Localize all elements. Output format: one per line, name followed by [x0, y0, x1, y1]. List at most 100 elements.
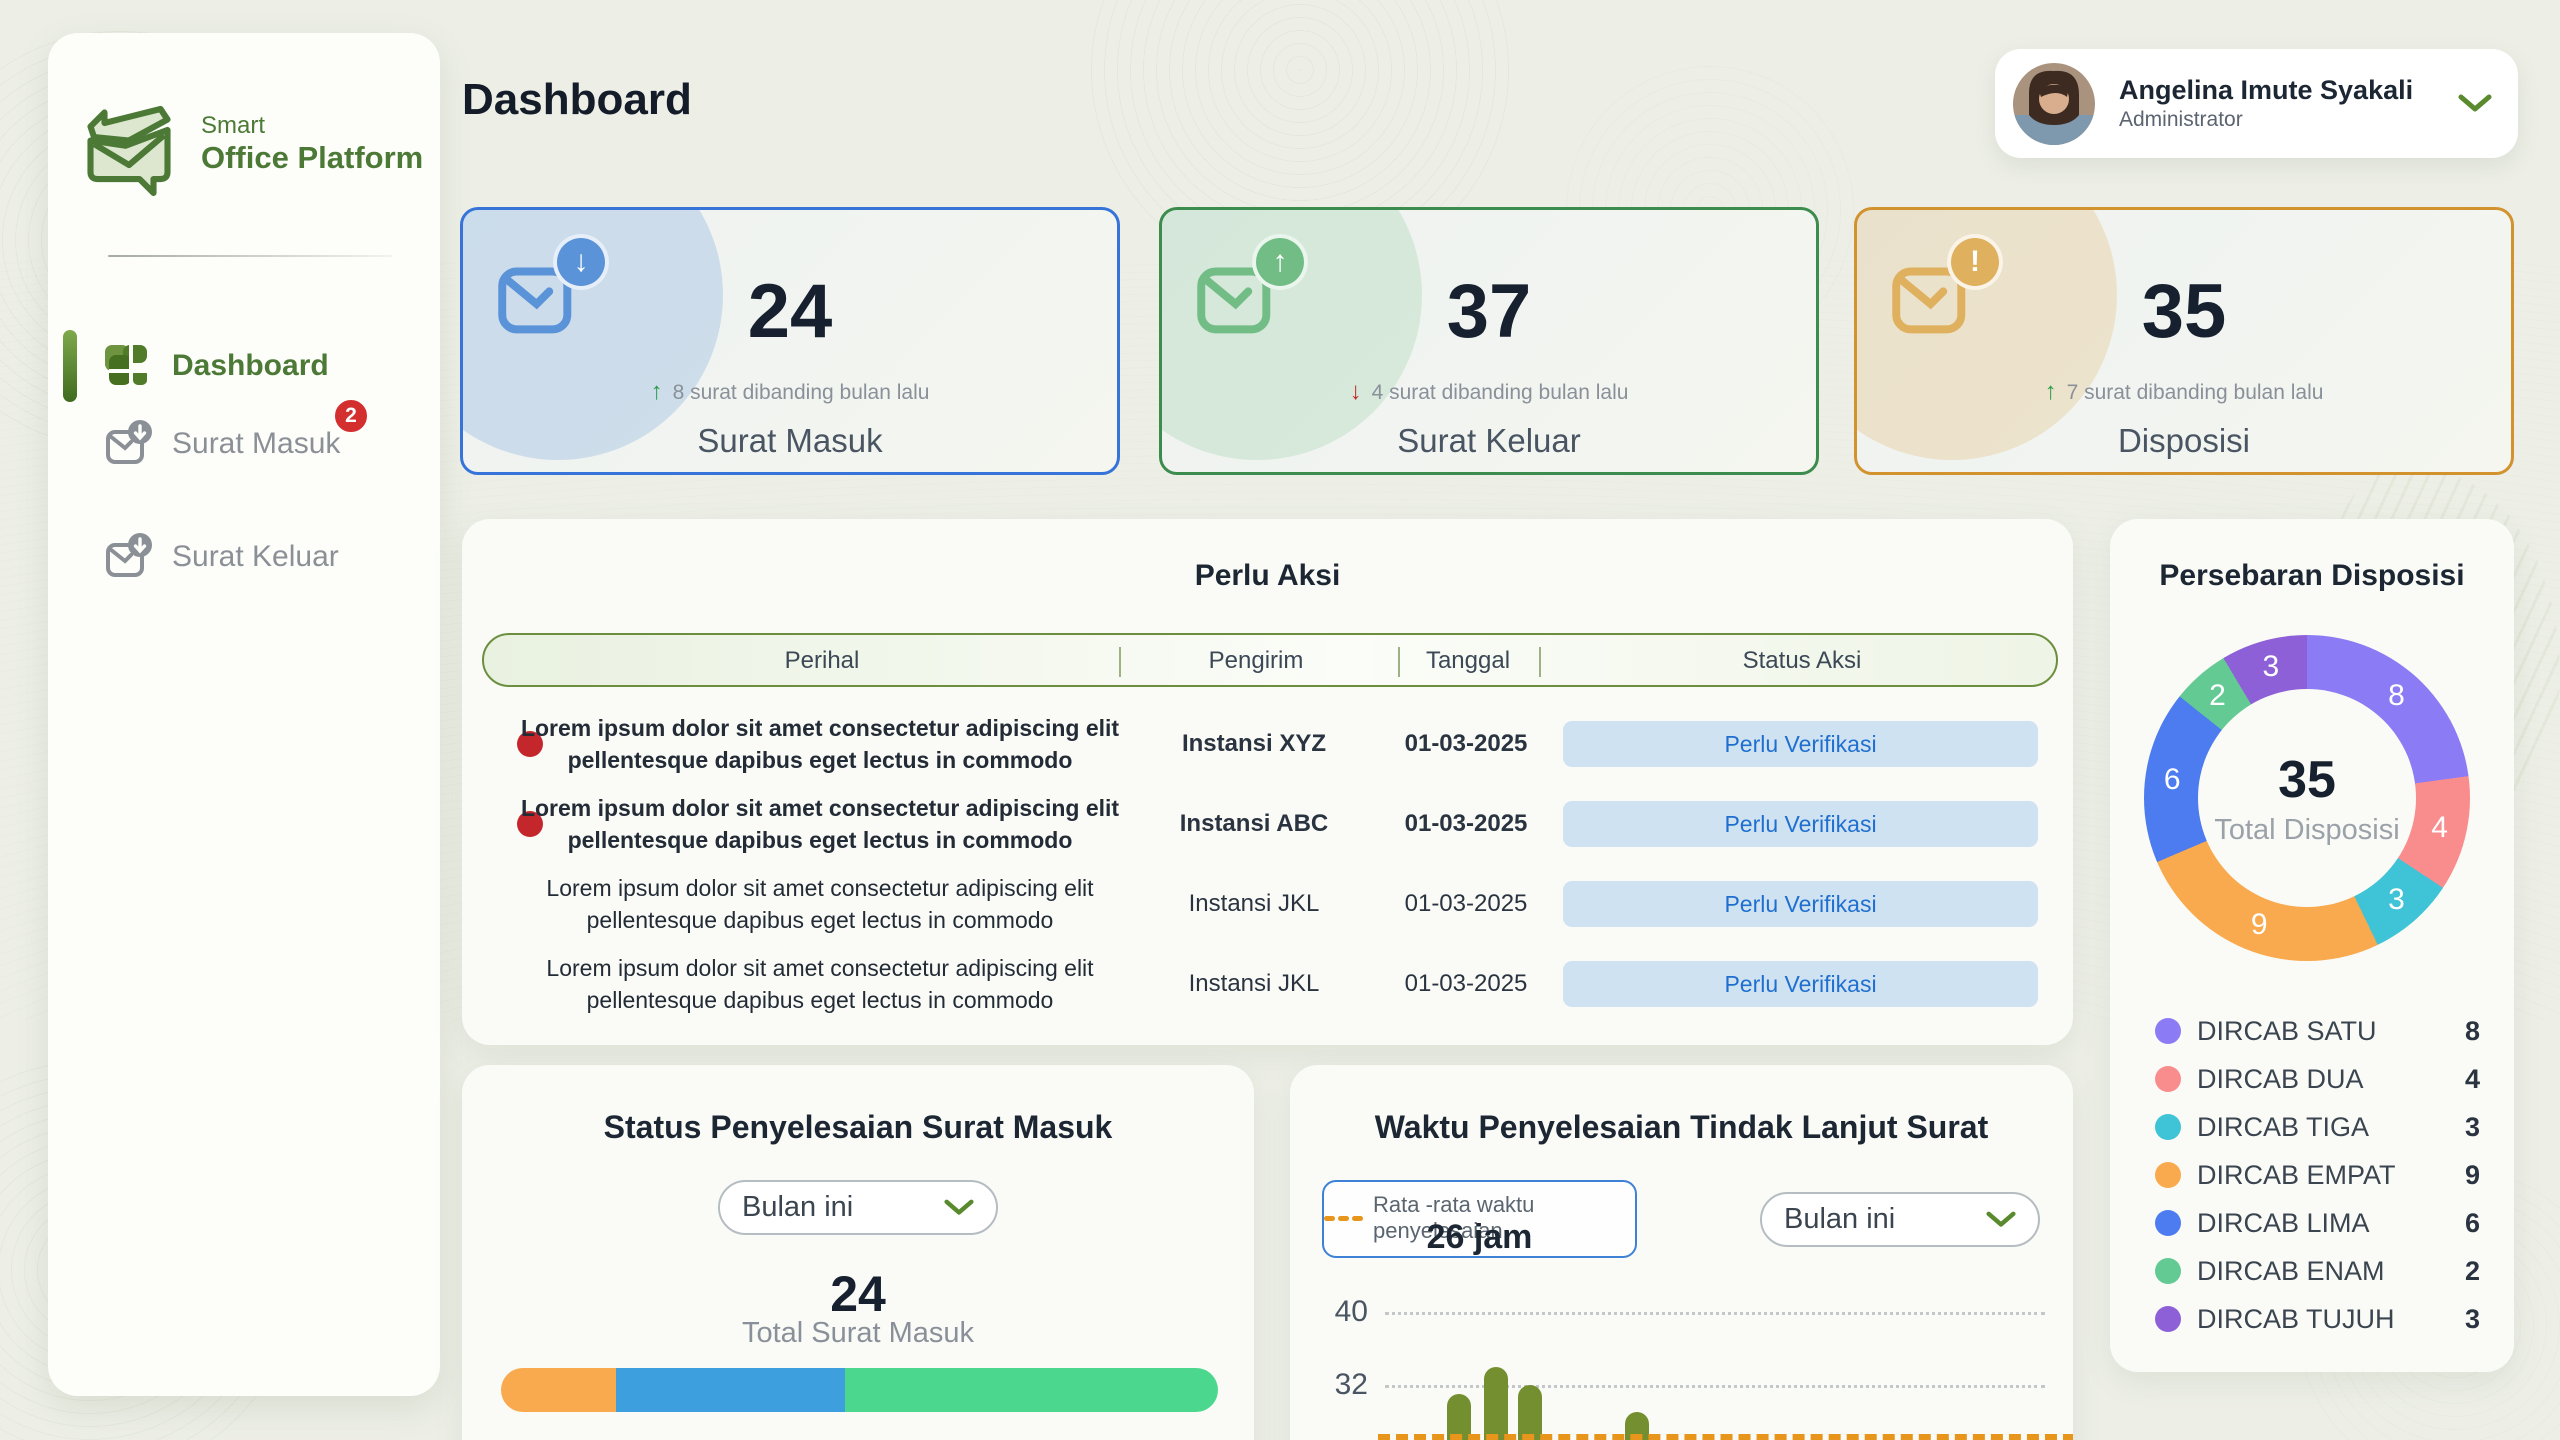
- cell-pengirim: Instansi JKL: [1189, 970, 1320, 998]
- legend-label: DIRCAB SATU: [2197, 1016, 2377, 1047]
- active-indicator: [63, 330, 77, 402]
- waktu-panel: Waktu Penyelesaian Tindak Lanjut Surat R…: [1290, 1065, 2073, 1440]
- user-menu[interactable]: Angelina Imute Syakali Administrator: [1995, 49, 2518, 158]
- notification-badge: 2: [333, 398, 369, 434]
- column-header-pengirim: Pengirim: [1209, 635, 1304, 689]
- legend-value: 4: [2465, 1064, 2480, 1095]
- legend-item: DIRCAB LIMA 6: [2155, 1206, 2480, 1240]
- cell-tanggal: 01-03-2025: [1405, 970, 1528, 998]
- legend-item: DIRCAB ENAM 2: [2155, 1254, 2480, 1288]
- brand-logo-icon: [73, 88, 185, 200]
- legend-label: DIRCAB DUA: [2197, 1064, 2364, 1095]
- status-badge[interactable]: Perlu Verifikasi: [1563, 801, 2038, 847]
- legend-value: 6: [2465, 1208, 2480, 1239]
- progress-segment: [616, 1368, 845, 1412]
- donut-total-label: Total Disposisi: [2214, 814, 2399, 847]
- chevron-down-icon: [944, 1199, 974, 1217]
- column-header-perihal: Perihal: [785, 635, 860, 689]
- legend-item: DIRCAB SATU 8: [2155, 1014, 2480, 1048]
- legend-item: DIRCAB TIGA 3: [2155, 1110, 2480, 1144]
- user-role: Administrator: [2119, 107, 2413, 133]
- stat-card[interactable]: ! 35 ↑7 surat dibanding bulan lalu Dispo…: [1854, 207, 2514, 475]
- stat-trend: ↓4 surat dibanding bulan lalu: [1162, 378, 1816, 406]
- donut-slice-label: 2: [2209, 679, 2226, 713]
- panel-title: Perlu Aksi: [462, 559, 2073, 593]
- sidebar-item-dashboard[interactable]: Dashboard: [48, 328, 440, 404]
- stat-label: Surat Masuk: [463, 422, 1117, 460]
- sidebar-item-surat-masuk[interactable]: Surat Masuk 2: [48, 406, 440, 482]
- legend-item: DIRCAB DUA 4: [2155, 1062, 2480, 1096]
- legend-value: 2: [2465, 1256, 2480, 1287]
- donut-slice-label: 4: [2431, 811, 2448, 845]
- stat-trend: ↑8 surat dibanding bulan lalu: [463, 378, 1117, 406]
- donut-center: 35 Total Disposisi: [2198, 689, 2416, 907]
- stat-card[interactable]: ↑ 37 ↓4 surat dibanding bulan lalu Surat…: [1159, 207, 1819, 475]
- bar: [1484, 1367, 1508, 1440]
- cell-pengirim: Instansi ABC: [1180, 810, 1328, 838]
- legend-dot: [2155, 1066, 2181, 1092]
- legend-label: DIRCAB EMPAT: [2197, 1160, 2396, 1191]
- stat-card[interactable]: ↓ 24 ↑8 surat dibanding bulan lalu Surat…: [460, 207, 1120, 475]
- cell-pengirim: Instansi XYZ: [1182, 730, 1326, 758]
- trend-arrow-icon: ↓: [1350, 378, 1362, 405]
- stat-label: Disposisi: [1857, 422, 2511, 460]
- total-surat-masuk-label: Total Surat Masuk: [462, 1317, 1254, 1350]
- donut-slice-label: 8: [2388, 679, 2405, 713]
- status-badge[interactable]: Perlu Verifikasi: [1563, 721, 2038, 767]
- column-separator: [1398, 647, 1400, 677]
- cell-perihal: Lorem ipsum dolor sit amet consectetur a…: [500, 952, 1140, 1016]
- user-name: Angelina Imute Syakali: [2119, 74, 2413, 108]
- status-badge[interactable]: Perlu Verifikasi: [1563, 961, 2038, 1007]
- cell-perihal: Lorem ipsum dolor sit amet consectetur a…: [500, 792, 1140, 856]
- legend-label: DIRCAB TUJUH: [2197, 1304, 2395, 1335]
- stat-trend: ↑7 surat dibanding bulan lalu: [1857, 378, 2511, 406]
- legend-dot: [2155, 1162, 2181, 1188]
- progress-segment: [845, 1368, 1218, 1412]
- average-dashed-line: [1378, 1434, 2073, 1440]
- table-row[interactable]: Lorem ipsum dolor sit amet consectetur a…: [482, 704, 2058, 784]
- trend-arrow-icon: ↑: [651, 378, 663, 405]
- legend-value: 8: [2465, 1016, 2480, 1047]
- status-badge[interactable]: Perlu Verifikasi: [1563, 881, 2038, 927]
- stat-value: 24: [463, 268, 1117, 355]
- table-row[interactable]: Lorem ipsum dolor sit amet consectetur a…: [482, 784, 2058, 864]
- donut-slice-label: 9: [2251, 908, 2268, 942]
- brand-top: Smart: [201, 112, 423, 140]
- sidebar-divider: [108, 255, 392, 257]
- column-separator: [1539, 647, 1541, 677]
- progress-segment: [501, 1368, 616, 1412]
- legend-dot: [2155, 1306, 2181, 1332]
- cell-tanggal: 01-03-2025: [1405, 810, 1528, 838]
- donut-slice-label: 3: [2388, 883, 2405, 917]
- stat-value: 37: [1162, 268, 1816, 355]
- donut-slice-label: 3: [2262, 650, 2279, 684]
- page-title: Dashboard: [462, 75, 692, 125]
- sidebar-item-label: Dashboard: [172, 349, 329, 383]
- disposisi-panel: Persebaran Disposisi 8439623 35 Total Di…: [2110, 519, 2514, 1372]
- donut-slice-label: 6: [2164, 763, 2181, 797]
- table-row[interactable]: Lorem ipsum dolor sit amet consectetur a…: [482, 864, 2058, 944]
- status-progress-bar: [501, 1368, 1218, 1412]
- avatar: [2013, 63, 2095, 145]
- cell-tanggal: 01-03-2025: [1405, 730, 1528, 758]
- period-select[interactable]: Bulan ini: [718, 1180, 998, 1235]
- waktu-bars: [1290, 1065, 2073, 1440]
- legend-dot: [2155, 1114, 2181, 1140]
- sidebar-item-label: Surat Masuk: [172, 427, 340, 461]
- select-value: Bulan ini: [742, 1191, 853, 1224]
- legend-value: 9: [2465, 1160, 2480, 1191]
- disposisi-donut: 8 4 3 9 6 2 3 35 Total Disposisi: [2144, 635, 2470, 961]
- status-surat-panel: Status Penyelesaian Surat Masuk Bulan in…: [462, 1065, 1254, 1440]
- table-row[interactable]: Lorem ipsum dolor sit amet consectetur a…: [482, 944, 2058, 1024]
- stat-value: 35: [1857, 268, 2511, 355]
- legend-dot: [2155, 1018, 2181, 1044]
- sidebar-item-surat-keluar[interactable]: Surat Keluar: [48, 519, 440, 595]
- trend-arrow-icon: ↑: [2045, 378, 2057, 405]
- sidebar: Smart Office Platform Dashboard: [48, 33, 440, 1396]
- chevron-down-icon: [2458, 94, 2492, 114]
- table-header: Perihal Pengirim Tanggal Status Aksi: [482, 633, 2058, 687]
- legend-dot: [2155, 1258, 2181, 1284]
- legend-label: DIRCAB LIMA: [2197, 1208, 2370, 1239]
- cell-perihal: Lorem ipsum dolor sit amet consectetur a…: [500, 872, 1140, 936]
- column-header-tanggal: Tanggal: [1426, 635, 1510, 689]
